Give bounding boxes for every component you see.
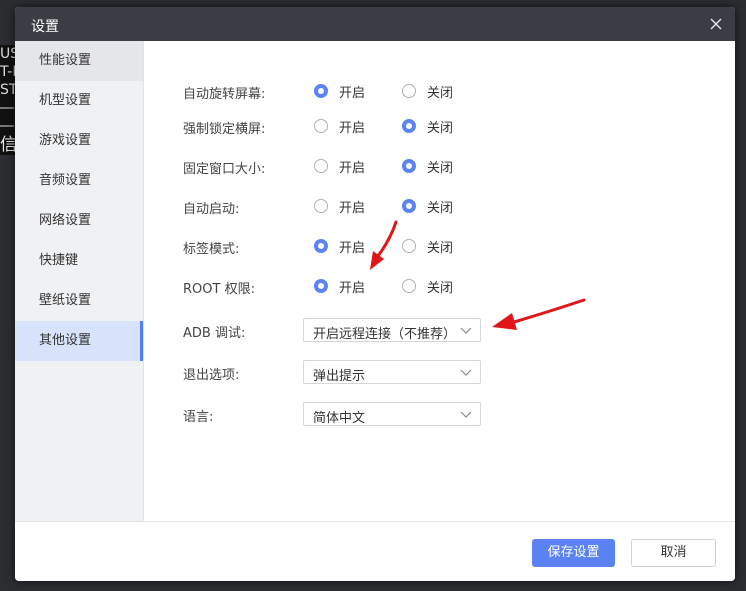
radio-label: 开启 <box>339 200 366 216</box>
sidebar-item-network[interactable]: 网络设置 <box>15 201 143 241</box>
radio-off[interactable]: 关闭 <box>402 114 453 138</box>
radio-on[interactable]: 开启 <box>314 274 365 298</box>
radio-off[interactable]: 关闭 <box>402 194 453 218</box>
sidebar-item-label: 游戏设置 <box>39 133 92 148</box>
radio-label: 关闭 <box>427 120 454 136</box>
dialog-title: 设置 <box>31 19 59 35</box>
setting-row-adb: ADB 调试: 开启远程连接（不推荐） <box>144 318 735 342</box>
radio-button[interactable] <box>314 279 328 293</box>
language-select[interactable]: 简体中文 <box>303 402 481 426</box>
radio-label: 关闭 <box>427 160 454 176</box>
setting-label: 标签模式: <box>183 242 240 257</box>
sidebar-item-performance[interactable]: 性能设置 <box>15 41 143 81</box>
sidebar-item-label: 快捷键 <box>39 253 79 268</box>
setting-label: ADB 调试: <box>183 326 246 341</box>
radio-on[interactable]: 开启 <box>314 194 365 218</box>
radio-label: 关闭 <box>427 240 454 256</box>
radio-button[interactable] <box>402 199 416 213</box>
radio-off[interactable]: 关闭 <box>402 274 453 298</box>
radio-button[interactable] <box>314 239 328 253</box>
cancel-button[interactable]: 取消 <box>631 539 716 567</box>
sidebar-item-other[interactable]: 其他设置 <box>15 321 143 361</box>
close-icon[interactable] <box>705 13 727 35</box>
radio-label: 关闭 <box>427 85 454 101</box>
settings-dialog: 设置 性能设置 机型设置 游戏设置 音频设置 网络设置 快捷键 壁纸设置 其他设… <box>15 7 735 581</box>
setting-row-auto-rotate: 自动旋转屏幕: 开启 关闭 <box>144 79 735 103</box>
settings-sidebar: 性能设置 机型设置 游戏设置 音频设置 网络设置 快捷键 壁纸设置 其他设置 <box>15 41 144 521</box>
radio-label: 关闭 <box>427 280 454 296</box>
setting-row-force-landscape: 强制锁定横屏: 开启 关闭 <box>144 114 735 138</box>
sidebar-item-label: 其他设置 <box>39 333 92 348</box>
setting-label: 自动旋转屏幕: <box>183 87 266 102</box>
radio-off[interactable]: 关闭 <box>402 79 453 103</box>
select-value: 弹出提示 <box>313 369 366 384</box>
setting-row-tab-mode: 标签模式: 开启 关闭 <box>144 234 735 258</box>
radio-button[interactable] <box>314 84 328 98</box>
radio-off[interactable]: 关闭 <box>402 154 453 178</box>
radio-button[interactable] <box>314 199 328 213</box>
background-side-text: US T-H STI ― ― <box>0 46 16 134</box>
sidebar-item-audio[interactable]: 音频设置 <box>15 161 143 201</box>
select-value: 开启远程连接（不推荐） <box>313 327 457 342</box>
setting-label: 强制锁定横屏: <box>183 122 266 137</box>
radio-on[interactable]: 开启 <box>314 154 365 178</box>
sidebar-item-shortcuts[interactable]: 快捷键 <box>15 241 143 281</box>
radio-button[interactable] <box>402 119 416 133</box>
setting-label: 自动启动: <box>183 202 240 217</box>
radio-label: 开启 <box>339 120 366 136</box>
radio-label: 开启 <box>339 160 366 176</box>
radio-on[interactable]: 开启 <box>314 234 365 258</box>
chevron-down-icon <box>460 325 472 340</box>
radio-on[interactable]: 开启 <box>314 114 365 138</box>
annotation-arrow-icon <box>370 220 398 270</box>
setting-row-fixed-window: 固定窗口大小: 开启 关闭 <box>144 154 735 178</box>
settings-content: 自动旋转屏幕: 开启 关闭 强制锁定横屏: 开启 关闭 固定窗口大小: 开启 关… <box>144 41 735 521</box>
radio-button[interactable] <box>402 159 416 173</box>
sidebar-item-label: 网络设置 <box>39 213 92 228</box>
setting-label: ROOT 权限: <box>183 282 255 297</box>
sidebar-item-label: 性能设置 <box>39 53 92 68</box>
sidebar-item-game[interactable]: 游戏设置 <box>15 121 143 161</box>
setting-row-exit: 退出选项: 弹出提示 <box>144 360 735 384</box>
dialog-footer: 保存设置 取消 <box>15 521 735 581</box>
radio-button[interactable] <box>402 279 416 293</box>
radio-button[interactable] <box>402 84 416 98</box>
select-value: 简体中文 <box>313 411 366 426</box>
sidebar-item-wallpaper[interactable]: 壁纸设置 <box>15 281 143 321</box>
sidebar-item-label: 壁纸设置 <box>39 293 92 308</box>
sidebar-item-label: 机型设置 <box>39 93 92 108</box>
exit-option-select[interactable]: 弹出提示 <box>303 360 481 384</box>
radio-off[interactable]: 关闭 <box>402 234 453 258</box>
save-settings-button[interactable]: 保存设置 <box>532 539 615 567</box>
sidebar-item-label: 音频设置 <box>39 173 92 188</box>
setting-row-language: 语言: 简体中文 <box>144 402 735 426</box>
setting-label: 固定窗口大小: <box>183 162 266 177</box>
dialog-titlebar: 设置 <box>15 7 735 41</box>
chevron-down-icon <box>460 367 472 382</box>
setting-label: 语言: <box>183 410 214 425</box>
radio-button[interactable] <box>314 119 328 133</box>
sidebar-item-device-model[interactable]: 机型设置 <box>15 81 143 121</box>
annotation-arrow-icon <box>492 298 586 330</box>
setting-label: 退出选项: <box>183 368 240 383</box>
radio-label: 关闭 <box>427 200 454 216</box>
adb-select[interactable]: 开启远程连接（不推荐） <box>303 318 481 342</box>
setting-row-auto-start: 自动启动: 开启 关闭 <box>144 194 735 218</box>
radio-button[interactable] <box>314 159 328 173</box>
radio-label: 开启 <box>339 280 366 296</box>
chevron-down-icon <box>460 409 472 424</box>
radio-on[interactable]: 开启 <box>314 79 365 103</box>
radio-label: 开启 <box>339 85 366 101</box>
setting-row-root: ROOT 权限: 开启 关闭 <box>144 274 735 298</box>
